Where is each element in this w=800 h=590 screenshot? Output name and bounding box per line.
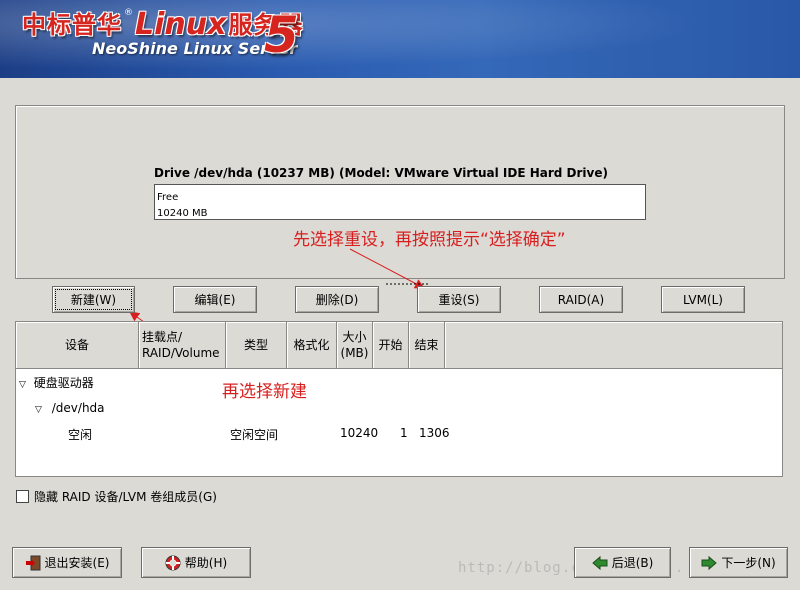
delete-partition-button[interactable]: 删除(D): [295, 286, 379, 313]
cell-device: 空闲: [68, 428, 93, 442]
tree-row-disk-group[interactable]: ▽ 硬盘驱动器: [19, 374, 94, 391]
col-size[interactable]: 大小 (MB): [337, 322, 373, 368]
back-label: 后退(B): [611, 556, 654, 570]
exit-install-button[interactable]: 退出安装(E): [12, 547, 122, 578]
col-mount-line2: RAID/Volume: [142, 346, 220, 360]
col-device[interactable]: 设备: [16, 322, 139, 368]
help-button[interactable]: 帮助(H): [141, 547, 251, 578]
arrow-right-icon: [701, 555, 718, 571]
hide-raid-lvm-label: 隐藏 RAID 设备/LVM 卷组成员(G): [34, 490, 217, 504]
tree-row-free-space[interactable]: 空闲 空闲空间 10240 1 1306: [16, 426, 782, 442]
col-mount-line1: 挂载点/: [142, 330, 183, 344]
exit-door-icon: [25, 555, 41, 571]
help-label: 帮助(H): [184, 556, 228, 570]
cell-size: 10240: [340, 426, 379, 440]
col-filler: [445, 322, 782, 368]
lvm-button[interactable]: LVM(L): [661, 286, 745, 313]
col-end[interactable]: 结束: [409, 322, 445, 368]
arrow-to-reset-button: [349, 248, 425, 289]
raid-button[interactable]: RAID(A): [539, 286, 623, 313]
row-label: 硬盘驱动器: [33, 376, 94, 390]
reset-button[interactable]: 重设(S): [417, 286, 501, 313]
partition-table[interactable]: 设备 挂载点/ RAID/Volume 类型 格式化 大小 (MB) 开始 结束…: [15, 321, 783, 477]
col-size-line1: 大小: [342, 330, 367, 344]
expand-triangle-icon[interactable]: ▽: [19, 380, 26, 390]
col-format[interactable]: 格式化: [287, 322, 337, 368]
row-label: /dev/hda: [51, 401, 105, 415]
edit-partition-button[interactable]: 编辑(E): [173, 286, 257, 313]
next-label: 下一步(N): [721, 556, 776, 570]
new-partition-button[interactable]: 新建(W): [52, 286, 135, 313]
exit-install-label: 退出安装(E): [44, 556, 110, 570]
hide-raid-lvm-checkbox[interactable]: [16, 490, 29, 503]
annotation-new-instruction: 再选择新建: [222, 382, 307, 402]
table-header: 设备 挂载点/ RAID/Volume 类型 格式化 大小 (MB) 开始 结束: [16, 322, 782, 369]
tree-row-disk[interactable]: ▽ /dev/hda: [35, 401, 105, 415]
back-button[interactable]: 后退(B): [574, 547, 671, 578]
col-size-line2: (MB): [340, 346, 369, 360]
col-mount[interactable]: 挂载点/ RAID/Volume: [139, 322, 226, 368]
col-start[interactable]: 开始: [373, 322, 409, 368]
hide-raid-lvm-option[interactable]: 隐藏 RAID 设备/LVM 卷组成员(G): [16, 488, 217, 505]
next-button[interactable]: 下一步(N): [689, 547, 788, 578]
expand-triangle-icon[interactable]: ▽: [35, 405, 42, 415]
cell-type: 空闲空间: [230, 428, 279, 442]
cell-end: 1306: [419, 426, 450, 440]
cell-start: 1: [400, 426, 408, 440]
col-type[interactable]: 类型: [226, 322, 287, 368]
help-lifebuoy-icon: [165, 555, 181, 571]
arrow-left-icon: [591, 555, 608, 571]
